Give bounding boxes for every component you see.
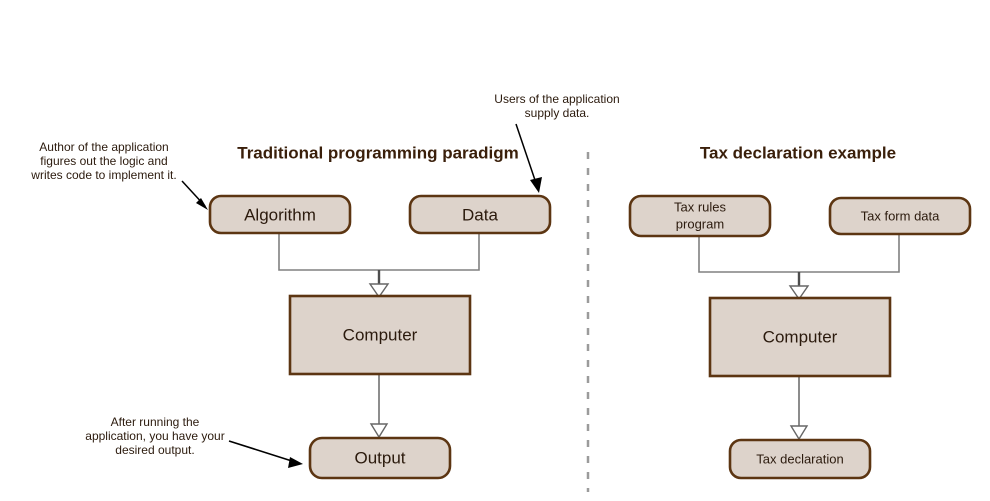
- annotation-users-note-line2: supply data.: [525, 106, 590, 120]
- node-data[interactable]: Data: [408, 194, 552, 235]
- annotation-author-note-line2: figures out the logic and: [40, 154, 167, 168]
- node-tax-form-data[interactable]: Tax form data: [828, 196, 972, 236]
- node-output[interactable]: Output: [308, 436, 452, 480]
- node-tax-rules[interactable]: Tax rules program: [628, 194, 772, 238]
- annotation-output-note-line2: application, you have your: [85, 429, 224, 443]
- node-tax-form-data-label: Tax form data: [861, 208, 941, 223]
- annotation-author-note-line3: writes code to implement it.: [30, 168, 176, 182]
- node-tax-declaration[interactable]: Tax declaration: [728, 438, 872, 480]
- node-tax-rules-label-line1: Tax rules: [674, 199, 727, 214]
- node-computer-right[interactable]: Computer: [708, 296, 892, 378]
- node-tax-declaration-label: Tax declaration: [756, 451, 843, 466]
- annotation-author-note-line1: Author of the application: [39, 140, 168, 154]
- panel-title-traditional: Traditional programming paradigm: [237, 143, 518, 162]
- node-output-label: Output: [354, 448, 405, 467]
- node-computer-left[interactable]: Computer: [288, 294, 472, 376]
- annotation-output-note-line1: After running the: [111, 415, 200, 429]
- node-computer-right-label: Computer: [763, 327, 838, 346]
- node-algorithm[interactable]: Algorithm: [208, 194, 352, 235]
- node-tax-rules-label-line2: program: [676, 216, 724, 231]
- annotation-users-note-line1: Users of the application: [494, 92, 619, 106]
- node-computer-left-label: Computer: [343, 325, 418, 344]
- panel-title-tax-example: Tax declaration example: [700, 143, 896, 162]
- annotation-output-note-line3: desired output.: [115, 443, 194, 457]
- node-data-label: Data: [462, 205, 498, 224]
- node-algorithm-label: Algorithm: [244, 205, 316, 224]
- diagram-canvas: Traditional programming paradigm Tax dec…: [0, 0, 990, 501]
